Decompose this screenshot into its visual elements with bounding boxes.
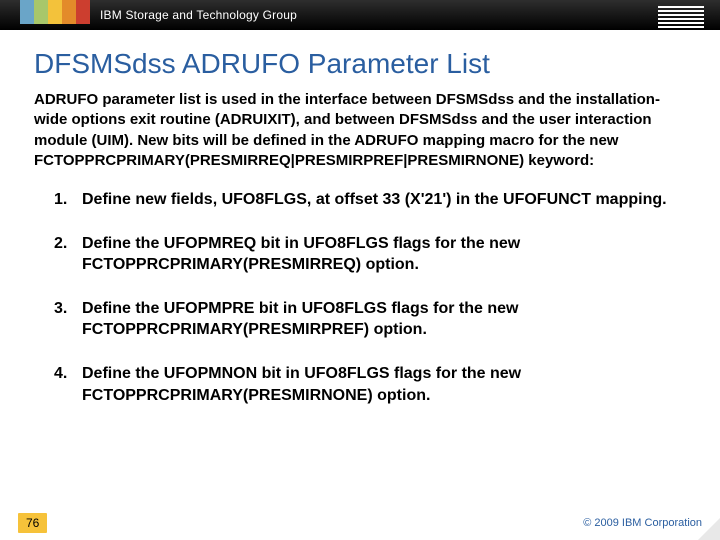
tab-color-5: [76, 0, 90, 24]
list-item: Define the UFOPMREQ bit in UFO8FLGS flag…: [54, 233, 676, 276]
header-bar: IBM Storage and Technology Group: [0, 0, 720, 30]
copyright-text: © 2009 IBM Corporation: [583, 517, 702, 529]
list-item: Define the UFOPMNON bit in UFO8FLGS flag…: [54, 363, 676, 406]
list-item: Define new fields, UFO8FLGS, at offset 3…: [54, 189, 676, 211]
tab-color-3: [48, 0, 62, 24]
tab-color-2: [34, 0, 48, 24]
list-item: Define the UFOPMPRE bit in UFO8FLGS flag…: [54, 298, 676, 341]
steps-list: Define new fields, UFO8FLGS, at offset 3…: [0, 185, 720, 406]
footer: 76 © 2009 IBM Corporation: [0, 506, 720, 540]
corner-fold-icon: [698, 518, 720, 540]
intro-paragraph: ADRUFO parameter list is used in the int…: [0, 90, 720, 185]
slide: IBM Storage and Technology Group DFSMSds…: [0, 0, 720, 540]
page-title: DFSMSdss ADRUFO Parameter List: [0, 30, 720, 90]
ibm-logo-icon: [658, 6, 704, 28]
header-group-label: IBM Storage and Technology Group: [100, 8, 297, 22]
tab-color-4: [62, 0, 76, 24]
tab-color-1: [20, 0, 34, 24]
page-number: 76: [18, 513, 47, 533]
color-tabs: [20, 0, 90, 24]
